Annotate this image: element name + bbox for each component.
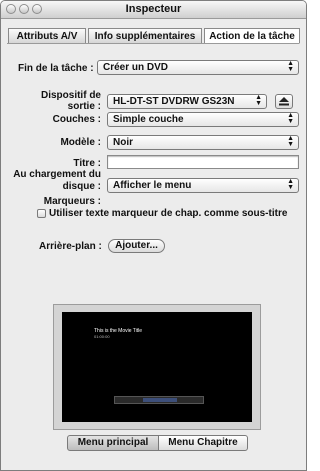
add-background-button[interactable]: Ajouter...: [108, 239, 165, 253]
markers-checkbox-label[interactable]: Utiliser texte marqueur de chap. comme s…: [49, 208, 287, 219]
layers-value: Simple couche: [113, 114, 184, 125]
template-value: Noir: [113, 137, 133, 148]
task-end-label: Fin de la tâche :: [18, 63, 94, 74]
eject-button[interactable]: [275, 94, 293, 109]
template-popup[interactable]: Noir ▲ ▼: [107, 135, 299, 150]
on-load-label-line2: disque :: [62, 181, 101, 192]
menu-preview-frame: This is the Movie Title 01:00:00: [53, 304, 261, 430]
markers-label: Marqueurs :: [43, 196, 101, 207]
inspector-window: Inspecteur Attributs A/V Info supplément…: [0, 0, 307, 471]
output-device-label-line2: sortie :: [67, 101, 101, 112]
tab-info-supplementaires[interactable]: Info supplémentaires: [88, 28, 202, 44]
background-label: Arrière-plan :: [39, 241, 102, 252]
on-load-label-line1: Au chargement du: [13, 169, 101, 180]
on-load-value: Afficher le menu: [113, 180, 192, 191]
popup-arrows-icon: ▲ ▼: [287, 178, 294, 191]
tab-action-de-la-tache[interactable]: Action de la tâche: [204, 28, 300, 44]
popup-arrows-icon: ▲ ▼: [287, 135, 294, 148]
window-title: Inspecteur: [125, 3, 182, 15]
tab-attributs-av[interactable]: Attributs A/V: [8, 28, 86, 44]
title-bar: Inspecteur: [1, 1, 306, 19]
segment-menu-chapitre[interactable]: Menu Chapitre: [158, 435, 248, 451]
task-end-value: Créer un DVD: [103, 62, 169, 73]
template-label: Modèle :: [60, 137, 101, 148]
on-load-popup[interactable]: Afficher le menu ▲ ▼: [107, 178, 299, 193]
menu-preview: This is the Movie Title 01:00:00: [62, 312, 252, 422]
segment-menu-principal[interactable]: Menu principal: [67, 435, 159, 451]
eject-icon: [279, 97, 289, 106]
title-label: Titre :: [73, 158, 101, 169]
output-device-popup[interactable]: HL-DT-ST DVDRW GS23N ▲ ▼: [107, 94, 267, 109]
popup-arrows-icon: ▲ ▼: [287, 60, 294, 73]
output-device-value: HL-DT-ST DVDRW GS23N: [113, 96, 235, 107]
preview-play-segment: [143, 398, 177, 402]
popup-arrows-icon: ▲ ▼: [255, 94, 262, 107]
title-input[interactable]: [107, 155, 299, 169]
output-device-label-line1: Dispositif de: [40, 90, 101, 101]
tab-panel-border: [7, 43, 299, 44]
preview-movie-subtitle: 01:00:00: [94, 334, 110, 339]
task-end-popup[interactable]: Créer un DVD ▲ ▼: [97, 60, 299, 75]
layers-popup[interactable]: Simple couche ▲ ▼: [107, 112, 299, 127]
layers-label: Couches :: [52, 114, 101, 125]
markers-checkbox[interactable]: [37, 209, 46, 218]
popup-arrows-icon: ▲ ▼: [287, 112, 294, 125]
preview-control-bar: [114, 396, 204, 404]
